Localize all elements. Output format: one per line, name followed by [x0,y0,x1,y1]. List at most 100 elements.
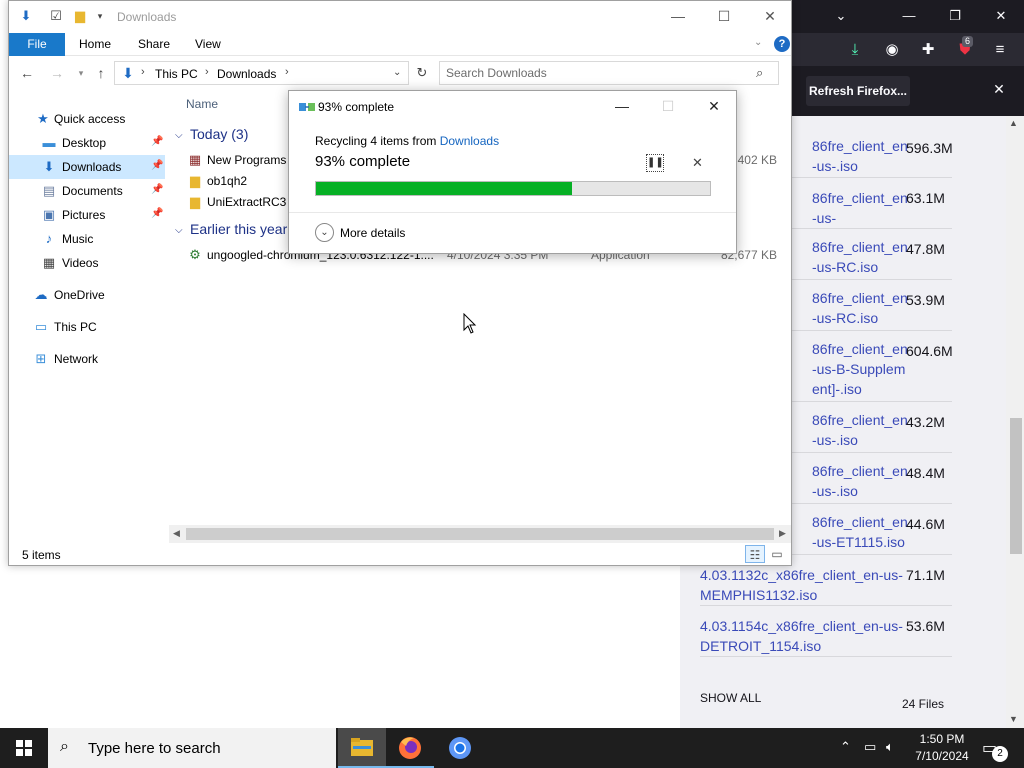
search-icon[interactable]: ⌕ [756,65,763,81]
desktop-icon: ▬ [42,135,56,150]
extensions-icon[interactable]: ✚ [915,37,941,63]
breadcrumb-this-pc[interactable]: This PC [155,67,198,81]
scroll-right-icon[interactable]: ▶ [779,528,786,539]
download-item[interactable]: 4.03.1154c_x86fre_client_en-us-DETROIT_1… [700,606,952,657]
chevron-right-icon[interactable]: › [141,66,145,78]
nav-pictures[interactable]: ▣ Pictures 📌 [9,203,165,227]
download-name[interactable]: 86fre_client_en-us-RC.iso [812,288,912,328]
volume-icon[interactable]: 🔈︎ [886,739,894,755]
nav-label: Desktop [62,136,107,150]
download-name[interactable]: 86fre_client_en-us-.iso [812,410,912,450]
chevron-down-icon[interactable]: ⌄ [828,4,854,28]
application-icon: ⚙ [189,247,201,262]
clock-time[interactable]: 1:50 PM [916,732,968,746]
up-icon[interactable]: ↑ [92,64,110,82]
download-name[interactable]: 86fre_client_en-us-.iso [812,461,912,501]
pin-icon[interactable]: 📌 [151,160,163,171]
search-input[interactable] [446,62,746,84]
nav-quick-access[interactable]: ★ Quick access [9,107,165,131]
nav-documents[interactable]: ▤ Documents 📌 [9,179,165,203]
nav-music[interactable]: ♪ Music [9,227,165,251]
account-icon[interactable]: ◉ [879,37,905,63]
customize-toolbar-icon[interactable]: ▾ [91,7,109,25]
taskbar-firefox[interactable] [386,728,434,768]
minimize-icon[interactable]: — [655,1,701,32]
column-header-name[interactable]: Name [186,97,218,111]
scroll-left-icon[interactable]: ◀ [173,528,180,539]
minimize-icon[interactable]: — [599,91,645,121]
download-name[interactable]: 86fre_client_en-us-RC.iso [812,237,912,277]
refresh-firefox-button[interactable]: Refresh Firefox... [806,76,910,106]
close-icon[interactable]: ✕ [747,1,793,32]
pause-icon[interactable]: ❚❚ [646,154,664,172]
refresh-icon[interactable]: ↻ [412,61,432,85]
more-details-button[interactable]: ⌄ More details [315,222,435,244]
close-icon[interactable]: ✕ [988,4,1014,28]
nav-network[interactable]: ⊞ Network [9,347,165,371]
show-all-link[interactable]: SHOW ALL [700,691,761,705]
explorer-titlebar: ⬇ ☑ ▆ ▾ Downloads — ☐ ✕ [9,1,791,32]
scrollbar-thumb[interactable] [1010,418,1022,554]
chevron-down-icon[interactable]: ⌄ [393,67,401,78]
nav-this-pc[interactable]: ▭ This PC [9,315,165,339]
close-icon[interactable]: ✕ [988,78,1010,100]
download-name[interactable]: 4.03.1154c_x86fre_client_en-us-DETROIT_1… [700,616,910,656]
tab-file[interactable]: File [9,33,65,56]
nav-onedrive[interactable]: ☁ OneDrive [9,283,165,307]
nav-desktop[interactable]: ▬ Desktop 📌 [9,131,165,155]
tab-home[interactable]: Home [79,37,111,51]
scroll-down-icon[interactable]: ▼ [1009,714,1018,724]
nav-videos[interactable]: ▦ Videos [9,251,165,275]
download-name[interactable]: 86fre_client_en-us-.iso [812,136,912,176]
pin-icon[interactable]: 📌 [151,136,163,147]
large-icons-view-icon[interactable]: ▭ [767,545,787,563]
chevron-down-icon[interactable]: ⌵ [175,225,183,236]
minimize-icon[interactable]: — [896,4,922,28]
download-icon[interactable]: ⤓ [842,37,868,63]
properties-icon[interactable]: ☑ [47,7,65,25]
source-folder-link[interactable]: Downloads [440,134,499,148]
restore-icon[interactable]: ❐ [942,4,968,28]
back-icon[interactable]: ← [18,64,36,82]
tab-share[interactable]: Share [138,37,170,51]
chromium-icon [449,737,471,759]
clock-date[interactable]: 7/10/2024 [910,749,974,763]
group-header-today[interactable]: Today (3) [190,126,248,142]
scroll-up-icon[interactable]: ▲ [1009,118,1018,128]
taskbar-search[interactable]: ⌕ Type here to search [48,728,336,768]
pin-icon[interactable]: 📌 [151,208,163,219]
chevron-right-icon[interactable]: › [205,66,209,78]
tab-view[interactable]: View [195,37,221,51]
address-bar[interactable]: ⬇ › This PC › Downloads › ⌄ [114,61,409,85]
cancel-icon[interactable]: ✕ [692,155,703,171]
download-name[interactable]: 4.03.1132c_x86fre_client_en-us-MEMPHIS11… [700,565,910,605]
maximize-icon[interactable]: ☐ [701,1,747,32]
nav-downloads[interactable]: ⬇ Downloads 📌 [9,155,165,179]
nav-label: Downloads [62,160,122,174]
chevron-down-icon[interactable]: ⌵ [175,130,183,141]
download-name[interactable]: 86fre_client_en-us- [812,188,912,228]
new-folder-icon[interactable]: ▆ [71,7,89,25]
breadcrumb-downloads[interactable]: Downloads [217,67,276,81]
start-button[interactable] [0,728,48,768]
forward-icon[interactable]: → [48,64,66,82]
pin-icon[interactable]: 📌 [151,184,163,195]
expand-ribbon-icon[interactable]: ⌄ [754,37,762,48]
search-box[interactable]: ⌕ [439,61,779,85]
chevron-right-icon[interactable]: › [285,66,289,78]
horizontal-scrollbar[interactable]: ◀ ▶ [169,525,791,543]
menu-icon[interactable]: ≡ [987,37,1013,63]
close-icon[interactable]: ✕ [691,91,737,121]
details-view-icon[interactable]: ☷ [745,545,765,563]
taskbar-file-explorer[interactable] [338,728,386,768]
group-header-earlier[interactable]: Earlier this year [190,221,287,237]
recent-locations-icon[interactable]: ▾ [72,64,90,82]
taskbar-chromium[interactable] [436,728,484,768]
network-icon[interactable]: ▭ [864,739,876,755]
vertical-scrollbar[interactable]: ▲ ▼ [1006,116,1024,728]
chevron-up-icon[interactable]: ⌃ [840,739,851,755]
scrollbar-thumb[interactable] [186,528,774,540]
help-icon[interactable]: ? [774,36,790,52]
download-name[interactable]: 86fre_client_en-us-ET1115.iso [812,512,912,552]
download-name[interactable]: 86fre_client_en-us-B-Supplement]-.iso [812,339,912,399]
